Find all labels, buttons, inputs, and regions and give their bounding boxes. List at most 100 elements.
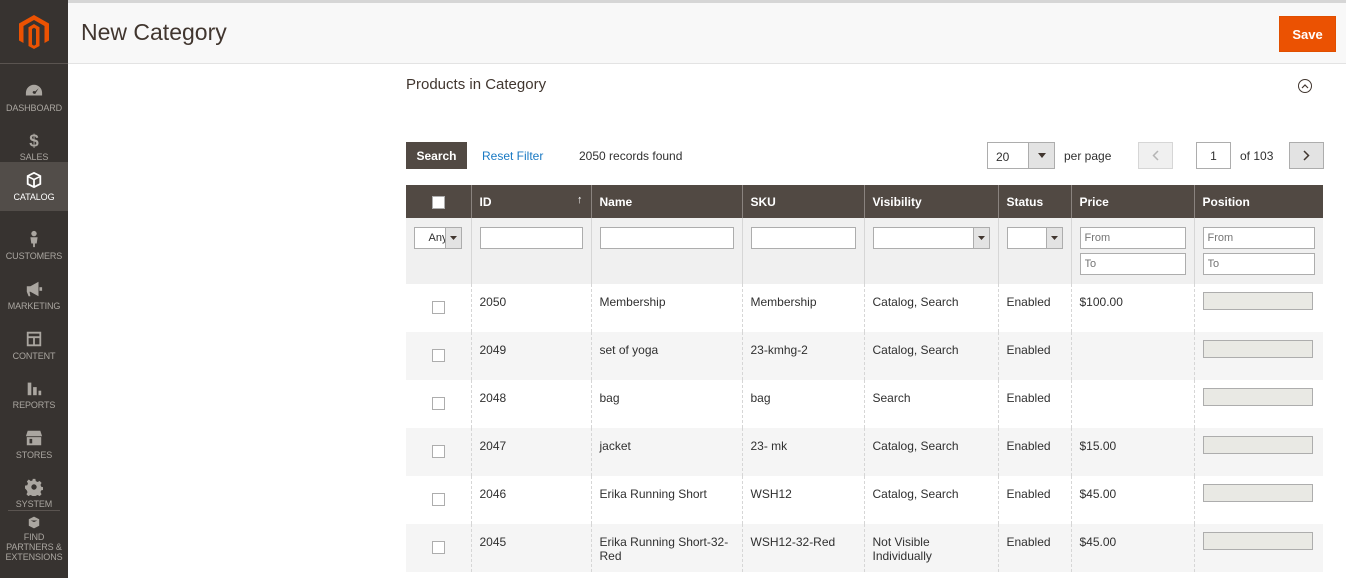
position-input[interactable] xyxy=(1202,340,1313,358)
nav-content-label: CONTENT xyxy=(12,350,56,361)
nav-dashboard[interactable]: DASHBOARD xyxy=(0,72,68,122)
row-checkbox[interactable] xyxy=(431,397,445,410)
admin-sidebar: DASHBOARD $ SALES CATALOG CUSTOMERS MARK… xyxy=(0,0,68,578)
price-from-input[interactable] xyxy=(1079,227,1186,249)
row-checkbox[interactable] xyxy=(431,349,445,362)
cell-name: Erika Running Short xyxy=(590,476,742,524)
sku-filter-input[interactable] xyxy=(750,227,856,249)
dropdown-arrow-icon xyxy=(445,228,461,248)
cell-sku: WSH12-32-Red xyxy=(741,524,864,572)
column-header-sku[interactable]: SKU xyxy=(741,185,864,218)
visibility-filter-select[interactable] xyxy=(872,227,990,249)
nav-catalog-label: CATALOG xyxy=(13,192,55,202)
magento-logo[interactable] xyxy=(0,0,68,64)
cell-name: bag xyxy=(590,380,742,428)
nav-catalog[interactable]: CATALOG xyxy=(0,162,68,211)
cell-price: $15.00 xyxy=(1070,428,1194,476)
per-page-label: per page xyxy=(1064,149,1112,163)
nav-find-partners[interactable]: FIND PARTNERS & EXTENSIONS xyxy=(0,516,68,562)
id-filter-input[interactable] xyxy=(479,227,583,249)
box-icon xyxy=(26,171,42,189)
nav-marketing[interactable]: MARKETING xyxy=(0,270,68,320)
column-header-price[interactable]: Price xyxy=(1070,185,1194,218)
status-filter-select[interactable] xyxy=(1006,227,1063,249)
table-row[interactable]: 2049 set of yoga 23-kmhg-2 Catalog, Sear… xyxy=(406,332,1323,380)
row-checkbox[interactable] xyxy=(431,445,445,458)
dropdown-arrow-icon xyxy=(1028,143,1054,168)
cell-sku: 23-kmhg-2 xyxy=(741,332,864,380)
row-select-cell xyxy=(406,476,471,524)
nav-reports-label: REPORTS xyxy=(12,399,56,410)
position-to-input[interactable] xyxy=(1202,253,1315,275)
cell-id: 2047 xyxy=(470,428,591,476)
column-header-position[interactable]: Position xyxy=(1193,185,1323,218)
table-row[interactable]: 2045 Erika Running Short-32-Red WSH12-32… xyxy=(406,524,1323,572)
cell-id: 2048 xyxy=(470,380,591,428)
page-number-input[interactable]: 1 xyxy=(1196,142,1231,169)
search-button[interactable]: Search xyxy=(406,142,467,169)
store-icon xyxy=(25,430,43,445)
position-input[interactable] xyxy=(1202,388,1313,406)
nav-customers-label: CUSTOMERS xyxy=(5,250,63,261)
column-header-name[interactable]: Name xyxy=(590,185,742,218)
filter-cell-position xyxy=(1193,218,1323,284)
cell-status: Enabled xyxy=(997,428,1071,476)
collapse-section-button[interactable] xyxy=(1298,79,1312,93)
cell-position xyxy=(1193,476,1323,524)
table-row[interactable]: 2050 Membership Membership Catalog, Sear… xyxy=(406,284,1323,332)
filter-row: Any xyxy=(406,218,1323,284)
magento-logo-icon xyxy=(19,14,49,49)
nav-customers[interactable]: CUSTOMERS xyxy=(0,220,68,270)
records-count: 2050 records found xyxy=(579,149,683,163)
products-grid: ID ↑ Name SKU Visibility Status Price Pos… xyxy=(406,185,1323,572)
column-header-visibility[interactable]: Visibility xyxy=(863,185,998,218)
cell-visibility: Search xyxy=(863,380,998,428)
row-checkbox[interactable] xyxy=(431,493,445,506)
next-page-button[interactable] xyxy=(1289,142,1324,169)
per-page-value: 20 xyxy=(996,150,1010,164)
nav-stores[interactable]: STORES xyxy=(0,419,68,469)
cell-status: Enabled xyxy=(997,476,1071,524)
column-header-id-label: ID xyxy=(479,194,492,209)
nav-content[interactable]: CONTENT xyxy=(0,320,68,370)
cell-id: 2049 xyxy=(470,332,591,380)
column-header-id[interactable]: ID ↑ xyxy=(470,185,591,218)
table-row[interactable]: 2048 bag bag Search Enabled xyxy=(406,380,1323,428)
cell-sku: 23- mk xyxy=(741,428,864,476)
cell-price: $45.00 xyxy=(1070,476,1194,524)
position-from-input[interactable] xyxy=(1202,227,1315,249)
cell-visibility: Catalog, Search xyxy=(863,284,998,332)
cell-status: Enabled xyxy=(997,284,1071,332)
select-all-checkbox[interactable] xyxy=(431,195,445,209)
bar-chart-icon xyxy=(27,382,42,395)
cell-status: Enabled xyxy=(997,380,1071,428)
nav-find-partners-label: FIND PARTNERS & EXTENSIONS xyxy=(5,532,63,562)
table-row[interactable]: 2046 Erika Running Short WSH12 Catalog, … xyxy=(406,476,1323,524)
row-checkbox[interactable] xyxy=(431,301,445,314)
row-checkbox[interactable] xyxy=(431,541,445,554)
reset-filter-link[interactable]: Reset Filter xyxy=(482,149,543,163)
save-button[interactable]: Save xyxy=(1279,16,1336,52)
column-header-status[interactable]: Status xyxy=(997,185,1071,218)
cell-name: Membership xyxy=(590,284,742,332)
position-input[interactable] xyxy=(1202,484,1313,502)
filter-cell-visibility xyxy=(863,218,998,284)
in-category-filter-select[interactable]: Any xyxy=(414,227,462,249)
row-select-cell xyxy=(406,332,471,380)
position-input[interactable] xyxy=(1202,292,1313,310)
name-filter-input[interactable] xyxy=(599,227,734,249)
cell-position xyxy=(1193,524,1323,572)
chevron-left-icon xyxy=(1152,150,1159,161)
nav-sales-label: SALES xyxy=(19,151,49,162)
position-input[interactable] xyxy=(1202,436,1313,454)
nav-reports[interactable]: REPORTS xyxy=(0,369,68,419)
position-input[interactable] xyxy=(1202,532,1313,550)
table-row[interactable]: 2047 jacket 23- mk Catalog, Search Enabl… xyxy=(406,428,1323,476)
select-all-header[interactable] xyxy=(406,185,471,218)
cell-position xyxy=(1193,428,1323,476)
price-to-input[interactable] xyxy=(1079,253,1186,275)
filter-cell-name xyxy=(590,218,742,284)
per-page-select[interactable]: 20 xyxy=(987,142,1055,169)
previous-page-button[interactable] xyxy=(1138,142,1173,169)
cell-id: 2045 xyxy=(470,524,591,572)
